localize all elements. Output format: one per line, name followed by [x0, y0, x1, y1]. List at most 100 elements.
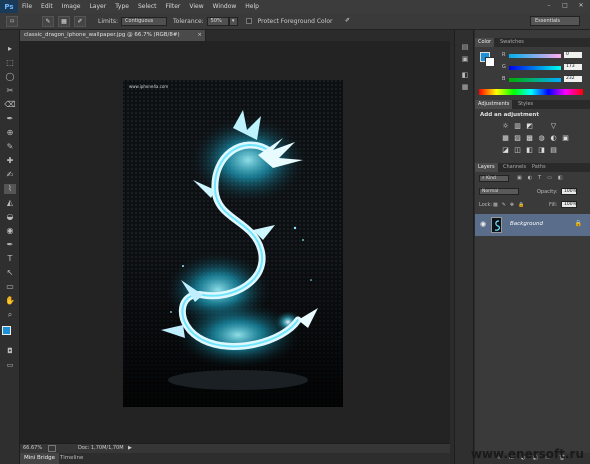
brush-preset-icon[interactable]: ✎ [42, 15, 54, 27]
layer-name[interactable]: Background [510, 221, 543, 227]
status-menu-arrow-icon[interactable]: ▶ [128, 444, 132, 453]
slider-g[interactable]: G 173 [502, 64, 587, 71]
eyedropper-tool-icon[interactable]: ✒ [4, 114, 16, 124]
slider-b[interactable]: B 232 [502, 76, 587, 83]
zoom-tool-icon[interactable]: ⌕ [4, 310, 16, 320]
quick-mask-icon[interactable]: ◘ [4, 346, 16, 356]
tab-color[interactable]: Color [475, 38, 495, 47]
clone-stamp-tool-icon[interactable]: ✚ [4, 156, 16, 166]
slider-r-value[interactable]: 0 [564, 52, 582, 58]
type-tool-icon[interactable]: T [4, 254, 16, 264]
tab-channels[interactable]: Channels [500, 163, 529, 172]
limits-select[interactable]: Contiguous [121, 16, 168, 26]
pressure-icon[interactable]: ✐ [342, 16, 354, 27]
vibrance-adjustment-icon[interactable]: ▦ [501, 134, 510, 142]
lock-icons[interactable]: ▩✎✥🔒 [493, 202, 528, 208]
gradient-tool-icon[interactable]: ◭ [4, 198, 16, 208]
posterize-adjustment-icon[interactable]: ◫ [513, 146, 522, 154]
black-white-adjustment-icon[interactable]: ◍ [537, 134, 546, 142]
hue-saturation-adjustment-icon[interactable]: ▨ [513, 134, 522, 142]
slider-b-track[interactable] [509, 78, 561, 82]
zoom-level[interactable]: 66.67% [23, 444, 42, 453]
character-panel-icon[interactable]: ◧ [460, 70, 470, 80]
tool-preset-icon[interactable]: ⌑ [6, 15, 18, 27]
gradient-map-adjustment-icon[interactable]: ◨ [537, 146, 546, 154]
fill-input[interactable]: 100% [561, 201, 577, 208]
path-select-tool-icon[interactable]: ↖ [4, 268, 16, 278]
layer-kind-filter[interactable]: ⌕ Kind [479, 175, 509, 182]
canvas-area[interactable]: www.iphone4a.com [20, 41, 450, 443]
opacity-input[interactable]: 100% [561, 188, 577, 195]
menu-type[interactable]: Type [115, 3, 129, 10]
history-brush-icon[interactable]: ✐ [74, 15, 86, 27]
properties-panel-icon[interactable]: ▣ [460, 54, 470, 64]
color-panel-bg-swatch[interactable] [485, 57, 495, 67]
lasso-tool-icon[interactable]: ◯ [4, 72, 16, 82]
tolerance-input[interactable]: 50% [206, 16, 229, 26]
hand-tool-icon[interactable]: ✋ [4, 296, 16, 306]
move-tool-icon[interactable]: ▸ [4, 44, 16, 54]
protect-fg-checkbox[interactable] [245, 18, 252, 24]
brush-tool-icon[interactable]: ✎ [4, 142, 16, 152]
menu-filter[interactable]: Filter [166, 3, 181, 10]
eraser-tool-icon[interactable]: ⌇ [4, 184, 16, 194]
quick-select-tool-icon[interactable]: ✂ [4, 86, 16, 96]
blend-mode-select[interactable]: Normal [479, 188, 519, 195]
slider-b-value[interactable]: 232 [564, 76, 582, 82]
tab-paths[interactable]: Paths [529, 163, 549, 172]
visibility-eye-icon[interactable]: ◉ [480, 220, 486, 228]
tab-adjustments[interactable]: Adjustments [475, 100, 513, 109]
foreground-color-swatch[interactable] [2, 326, 11, 335]
blur-tool-icon[interactable]: ◒ [4, 212, 16, 222]
menu-window[interactable]: Window [213, 3, 237, 10]
threshold-adjustment-icon[interactable]: ◧ [525, 146, 534, 154]
shape-tool-icon[interactable]: ▭ [4, 282, 16, 292]
menu-select[interactable]: Select [138, 3, 157, 10]
gradient-adjustment-icon[interactable]: ▽ [549, 122, 558, 130]
tab-swatches[interactable]: Swatches [497, 38, 527, 47]
tab-timeline[interactable]: Timeline [56, 453, 87, 464]
minimize-button[interactable]: – [544, 2, 554, 10]
tab-layers[interactable]: Layers [475, 163, 498, 172]
paragraph-panel-icon[interactable]: ▦ [460, 82, 470, 92]
menu-edit[interactable]: Edit [41, 3, 53, 10]
menu-help[interactable]: Help [245, 3, 259, 10]
slider-g-value[interactable]: 173 [564, 64, 582, 70]
share-icon[interactable] [48, 445, 56, 452]
invert-adjustment-icon[interactable]: ◪ [501, 146, 510, 154]
history-panel-icon[interactable]: ▤ [460, 42, 470, 52]
tab-mini-bridge[interactable]: Mini Bridge [20, 453, 59, 464]
workspace-select[interactable]: Essentials [530, 16, 580, 26]
screen-mode-icon[interactable]: ▭ [4, 360, 16, 370]
selective-color-adjustment-icon[interactable]: ▤ [549, 146, 558, 154]
maximize-button[interactable]: □ [560, 2, 570, 10]
brightness-adjustment-icon[interactable]: ☼ [501, 122, 510, 130]
tab-styles[interactable]: Styles [515, 100, 536, 109]
curves-adjustment-icon[interactable]: ◩ [525, 122, 534, 130]
slider-r-track[interactable] [509, 54, 561, 58]
slider-g-track[interactable] [509, 66, 561, 70]
history-brush-tool-icon[interactable]: ✍ [4, 170, 16, 180]
close-window-button[interactable]: ✕ [576, 2, 586, 10]
crop-tool-icon[interactable]: ⌫ [4, 100, 16, 110]
menu-view[interactable]: View [189, 3, 203, 10]
close-tab-icon[interactable]: × [197, 30, 202, 41]
color-spectrum-bar[interactable] [479, 89, 583, 95]
menu-file[interactable]: File [22, 3, 32, 10]
healing-tool-icon[interactable]: ⊕ [4, 128, 16, 138]
document-tab[interactable]: classic_dragon_iphone_wallpaper.jpg @ 66… [20, 30, 206, 41]
document-canvas[interactable]: www.iphone4a.com [123, 80, 343, 407]
marquee-tool-icon[interactable]: ⬚ [4, 58, 16, 68]
pen-tool-icon[interactable]: ✒ [4, 240, 16, 250]
levels-adjustment-icon[interactable]: ▥ [513, 122, 522, 130]
tolerance-dropdown-icon[interactable]: ▾ [228, 16, 238, 26]
layer-filter-icons[interactable]: ▣◐T▭◧ [517, 175, 569, 181]
slider-r[interactable]: R 0 [502, 52, 587, 59]
brush-settings-icon[interactable]: ▦ [58, 15, 70, 27]
channel-mixer-adjustment-icon[interactable]: ▣ [561, 134, 570, 142]
dodge-tool-icon[interactable]: ◉ [4, 226, 16, 236]
color-balance-adjustment-icon[interactable]: ▩ [525, 134, 534, 142]
photo-filter-adjustment-icon[interactable]: ◐ [549, 134, 558, 142]
layer-row[interactable]: ◉ Background 🔒 [475, 214, 590, 236]
menu-image[interactable]: Image [62, 3, 81, 10]
